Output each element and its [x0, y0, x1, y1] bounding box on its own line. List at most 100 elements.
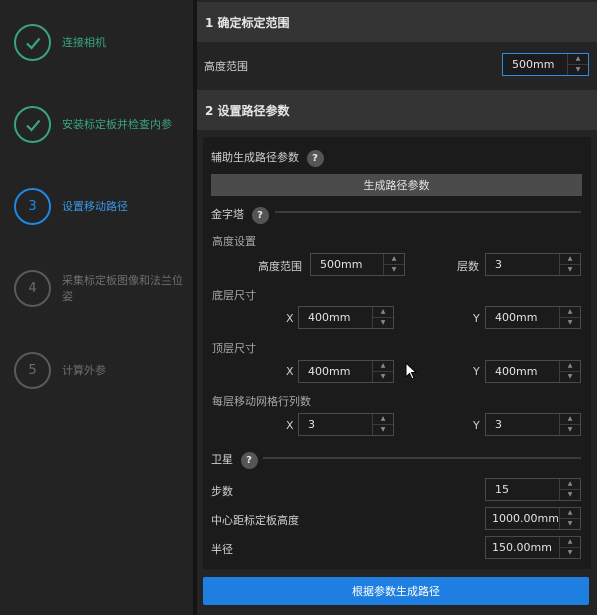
- pyramid-height-range-label: 高度范围: [258, 260, 302, 273]
- grid-y-label: Y: [473, 419, 480, 432]
- spin-down-icon[interactable]: ▼: [560, 519, 580, 529]
- layers-value[interactable]: 3: [486, 254, 559, 275]
- steps-value[interactable]: 15: [486, 479, 559, 500]
- grid-x-value[interactable]: 3: [299, 414, 372, 435]
- height-range-spinbox[interactable]: 500mm ▲ ▼: [502, 53, 589, 76]
- assist-label-text: 辅助生成路径参数: [211, 151, 299, 164]
- top-x-value[interactable]: 400mm: [299, 361, 372, 382]
- step-1-check-icon: [14, 24, 51, 61]
- generate-params-button[interactable]: 生成路径参数: [211, 174, 582, 196]
- height-range-value[interactable]: 500mm: [503, 54, 567, 75]
- spin-down-icon[interactable]: ▼: [568, 65, 588, 75]
- step-5[interactable]: 5 计算外参: [14, 352, 186, 389]
- step-1-label: 连接相机: [62, 35, 106, 49]
- spin-up-icon[interactable]: ▲: [568, 54, 588, 65]
- spin-down-icon[interactable]: ▼: [560, 318, 580, 328]
- path-params-panel: [203, 137, 591, 569]
- grid-label: 每层移动网格行列数: [212, 395, 311, 408]
- steps-label: 步数: [211, 485, 233, 498]
- pyramid-separator: [275, 211, 581, 213]
- satellite-separator: [263, 457, 581, 459]
- step-2-check-icon: [14, 106, 51, 143]
- help-icon[interactable]: ?: [251, 207, 269, 224]
- mouse-cursor-icon: [405, 362, 417, 380]
- satellite-title-text: 卫星: [211, 453, 233, 466]
- spin-down-icon[interactable]: ▼: [373, 318, 393, 328]
- step-3-label: 设置移动路径: [62, 199, 128, 213]
- main-panel: 1 确定标定范围 高度范围 500mm ▲ ▼ 2 设置路径参数 辅助生成路径参数…: [197, 0, 597, 615]
- spin-down-icon[interactable]: ▼: [560, 425, 580, 435]
- step-3[interactable]: 3 设置移动路径: [14, 188, 186, 225]
- section-2-header: 2 设置路径参数: [197, 90, 597, 130]
- check-icon: [25, 37, 40, 50]
- center-height-value[interactable]: 1000.00mm: [486, 508, 559, 529]
- spin-down-icon[interactable]: ▼: [560, 372, 580, 382]
- height-range-label: 高度范围: [204, 60, 248, 73]
- top-x-spinbox[interactable]: 400mm ▲ ▼: [298, 360, 394, 383]
- step-4-number: 4: [14, 270, 51, 307]
- spin-down-icon[interactable]: ▼: [384, 265, 404, 275]
- bottom-y-value[interactable]: 400mm: [486, 307, 559, 328]
- spin-down-icon[interactable]: ▼: [373, 425, 393, 435]
- bottom-x-spinbox[interactable]: 400mm ▲ ▼: [298, 306, 394, 329]
- section-1-header: 1 确定标定范围: [197, 2, 597, 42]
- grid-y-spinbox[interactable]: 3 ▲ ▼: [485, 413, 581, 436]
- radius-label: 半径: [211, 543, 233, 556]
- bottom-y-label: Y: [473, 312, 480, 325]
- spin-up-icon[interactable]: ▲: [384, 254, 404, 265]
- pyramid-height-range-spinbox[interactable]: 500mm ▲ ▼: [310, 253, 405, 276]
- top-y-label: Y: [473, 365, 480, 378]
- step-5-label: 计算外参: [62, 363, 106, 377]
- help-icon[interactable]: ?: [306, 150, 324, 167]
- spin-up-icon[interactable]: ▲: [560, 508, 580, 519]
- spin-down-icon[interactable]: ▼: [560, 548, 580, 558]
- bottom-x-value[interactable]: 400mm: [299, 307, 372, 328]
- spin-up-icon[interactable]: ▲: [560, 537, 580, 548]
- step-5-number: 5: [14, 352, 51, 389]
- spin-up-icon[interactable]: ▲: [373, 307, 393, 318]
- bottom-x-label: X: [286, 312, 294, 325]
- step-4[interactable]: 4 采集标定板图像和法兰位姿: [14, 270, 186, 307]
- step-2-label: 安装标定板并检查内参: [62, 117, 172, 131]
- pyramid-title-text: 金字塔: [211, 208, 244, 221]
- layers-spinbox[interactable]: 3 ▲ ▼: [485, 253, 581, 276]
- spin-down-icon[interactable]: ▼: [560, 490, 580, 500]
- pyramid-height-range-value[interactable]: 500mm: [311, 254, 383, 275]
- bottom-size-label: 底层尺寸: [212, 289, 256, 302]
- generate-path-button[interactable]: 根据参数生成路径: [203, 577, 589, 605]
- spin-up-icon[interactable]: ▲: [373, 361, 393, 372]
- grid-x-spinbox[interactable]: 3 ▲ ▼: [298, 413, 394, 436]
- assist-label: 辅助生成路径参数 ?: [211, 149, 324, 167]
- layers-label: 层数: [457, 260, 479, 273]
- satellite-title: 卫星 ?: [211, 451, 258, 469]
- step-4-label: 采集标定板图像和法兰位姿: [62, 273, 183, 303]
- top-y-spinbox[interactable]: 400mm ▲ ▼: [485, 360, 581, 383]
- step-2[interactable]: 安装标定板并检查内参: [14, 106, 186, 143]
- spin-up-icon[interactable]: ▲: [560, 361, 580, 372]
- grid-y-value[interactable]: 3: [486, 414, 559, 435]
- center-height-spinbox[interactable]: 1000.00mm ▲ ▼: [485, 507, 581, 530]
- spin-up-icon[interactable]: ▲: [560, 307, 580, 318]
- step-3-number: 3: [14, 188, 51, 225]
- spin-up-icon[interactable]: ▲: [560, 254, 580, 265]
- steps-sidebar: 连接相机 安装标定板并检查内参 3 设置移动路径 4 采集标定板图像和法兰位姿 …: [0, 0, 193, 615]
- spin-up-icon[interactable]: ▲: [373, 414, 393, 425]
- spin-up-icon[interactable]: ▲: [560, 479, 580, 490]
- top-x-label: X: [286, 365, 294, 378]
- step-1[interactable]: 连接相机: [14, 24, 186, 61]
- pyramid-title: 金字塔 ?: [211, 206, 269, 224]
- height-settings-label: 高度设置: [212, 235, 256, 248]
- spin-down-icon[interactable]: ▼: [373, 372, 393, 382]
- radius-spinbox[interactable]: 150.00mm ▲ ▼: [485, 536, 581, 559]
- steps-spinbox[interactable]: 15 ▲ ▼: [485, 478, 581, 501]
- center-height-label: 中心距标定板高度: [211, 514, 299, 527]
- bottom-y-spinbox[interactable]: 400mm ▲ ▼: [485, 306, 581, 329]
- top-y-value[interactable]: 400mm: [486, 361, 559, 382]
- help-icon[interactable]: ?: [240, 452, 258, 469]
- check-icon: [25, 119, 40, 132]
- grid-x-label: X: [286, 419, 294, 432]
- radius-value[interactable]: 150.00mm: [486, 537, 559, 558]
- spin-up-icon[interactable]: ▲: [560, 414, 580, 425]
- spin-down-icon[interactable]: ▼: [560, 265, 580, 275]
- top-size-label: 顶层尺寸: [212, 342, 256, 355]
